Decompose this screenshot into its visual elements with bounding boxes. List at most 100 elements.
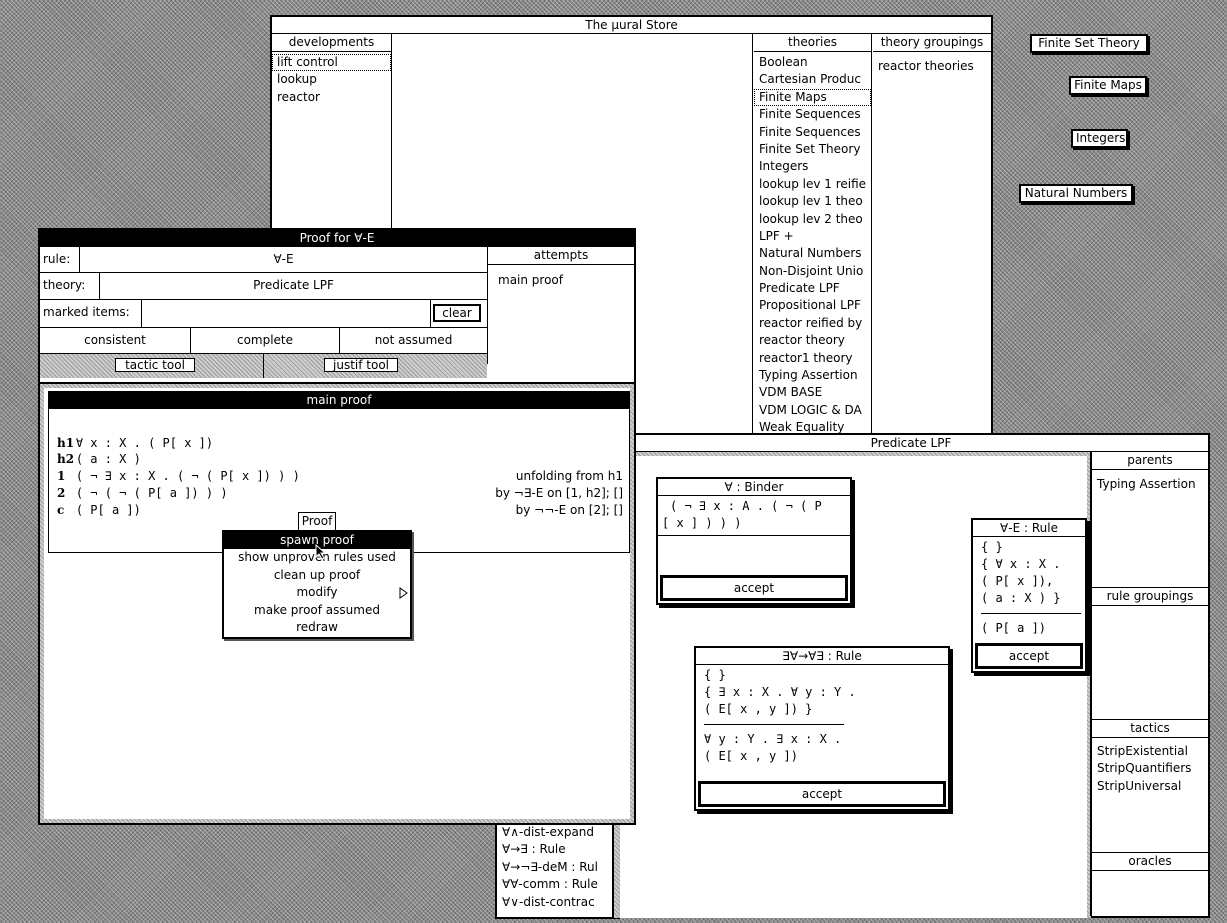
rule-value[interactable]: ∀-E: [80, 247, 487, 272]
proof-line-label: 2: [57, 486, 66, 500]
theory-item[interactable]: Propositional LPF: [754, 297, 871, 314]
proof-line-label: 1: [57, 469, 66, 483]
attempt-item[interactable]: main proof: [493, 272, 634, 289]
rule-item[interactable]: ∀∀-comm : Rule: [497, 876, 618, 893]
binder-card-title: ∀ : Binder: [658, 479, 850, 496]
theory-label: theory:: [40, 273, 100, 299]
forall-e-card[interactable]: ∀-E : Rule { } { ∀ x : X . ( P[ x ]), ( …: [971, 518, 1087, 673]
marked-items-field[interactable]: [142, 300, 431, 327]
theory-item[interactable]: Cartesian Produc: [754, 71, 871, 88]
forall-e-line: { ∀ x : X .: [981, 557, 1061, 571]
theory-groupings-header: theory groupings: [873, 34, 991, 52]
theory-side-panel: parents Typing Assertion rule groupings …: [1090, 452, 1208, 916]
attempts-header: attempts: [488, 247, 634, 265]
theory-window-title: Predicate LPF: [614, 435, 1208, 452]
forall-e-card-title: ∀-E : Rule: [973, 520, 1085, 537]
development-item[interactable]: reactor: [272, 89, 391, 106]
theory-item[interactable]: lookup lev 1 theo: [754, 193, 871, 210]
clear-button[interactable]: clear: [433, 304, 481, 322]
justif-tool-button[interactable]: justif tool: [324, 358, 398, 372]
proof-line-formula: ∀ x : X . ( P[ x ]): [75, 436, 214, 450]
forall-e-line: ( P[ x ]),: [981, 574, 1054, 588]
theory-item[interactable]: Integers: [754, 158, 871, 175]
proof-line-label: h1: [57, 436, 75, 450]
status-consistent[interactable]: consistent: [40, 328, 191, 353]
theory-window: Predicate LPF parents Typing Assertion r…: [612, 433, 1210, 918]
integers-button[interactable]: Integers: [1071, 129, 1128, 148]
rule-item[interactable]: ∀∧-dist-expand: [497, 824, 618, 841]
proof-window: Proof for ∀-E rule: ∀-E theory: Predicat…: [38, 228, 636, 825]
forall-e-line: ( a : X ) }: [981, 591, 1061, 605]
proof-line-h1[interactable]: h1 ∀ x : X . ( P[ x ]): [57, 435, 623, 452]
development-item[interactable]: lookup: [272, 71, 391, 88]
tactic-item[interactable]: StripExistential: [1092, 743, 1208, 760]
tactic-item[interactable]: StripQuantifiers: [1092, 760, 1208, 777]
finite-maps-button[interactable]: Finite Maps: [1069, 76, 1147, 95]
proof-line-c[interactable]: c ( P[ a ]) by ¬¬-E on [2]; []: [57, 502, 623, 519]
menu-item-modify-label: modify: [296, 585, 338, 600]
forall-e-accept-button[interactable]: accept: [975, 643, 1083, 669]
binder-line: [ x ] ) ) ): [662, 516, 742, 530]
natural-numbers-button[interactable]: Natural Numbers: [1019, 184, 1133, 203]
main-proof-panel: main proof h1 ∀ x : X . ( P[ x ]) h2 ( a…: [48, 391, 630, 553]
theory-item[interactable]: Non-Disjoint Unio: [754, 263, 871, 280]
theory-item[interactable]: reactor theory: [754, 332, 871, 349]
binder-card[interactable]: ∀ : Binder ( ¬ ∃ x : A . ( ¬ ( P [ x ] )…: [656, 477, 852, 605]
theory-item[interactable]: Finite Maps: [754, 88, 871, 107]
proof-window-title: Proof for ∀-E: [40, 230, 634, 247]
mouse-cursor-icon: [315, 544, 327, 560]
tactic-tool-button[interactable]: tactic tool: [115, 358, 195, 372]
theory-item[interactable]: lookup lev 2 theo: [754, 211, 871, 228]
rule-item[interactable]: ∀→∃ : Rule: [497, 841, 618, 858]
exists-forall-conclusion: ( E[ x , y ]): [704, 749, 798, 763]
exists-forall-line: { ∃ x : X . ∀ y : Y .: [704, 685, 856, 699]
exists-forall-conclusion: ∀ y : Y . ∃ x : X .: [704, 732, 842, 746]
theory-item[interactable]: Finite Set Theory: [754, 141, 871, 158]
menu-item-redraw[interactable]: redraw: [224, 619, 410, 636]
theory-item[interactable]: reactor1 theory: [754, 350, 871, 367]
status-complete[interactable]: complete: [191, 328, 340, 353]
theory-item[interactable]: Finite Sequences: [754, 106, 871, 123]
rule-groupings-header: rule groupings: [1092, 588, 1208, 606]
theory-item[interactable]: lookup lev 1 reifie: [754, 176, 871, 193]
proof-line-formula: ( P[ a ]): [75, 503, 141, 517]
exists-forall-accept-button[interactable]: accept: [698, 781, 946, 807]
menu-item-clean-up-proof[interactable]: clean up proof: [224, 567, 410, 584]
theory-item[interactable]: VDM LOGIC & DA: [754, 402, 871, 419]
finite-set-theory-button[interactable]: Finite Set Theory: [1030, 34, 1148, 53]
proof-menu-button[interactable]: Proof: [298, 512, 336, 531]
proof-line-1[interactable]: 1 ( ¬ ∃ x : X . ( ¬ ( P[ x ]) ) ) unfold…: [57, 468, 623, 485]
forall-e-conclusion: ( P[ a ]): [981, 621, 1047, 635]
parent-item[interactable]: Typing Assertion: [1092, 476, 1208, 493]
binder-line: ( ¬ ∃ x : A . ( ¬ ( P: [670, 499, 822, 513]
proof-line-h2[interactable]: h2 ( a : X ): [57, 451, 623, 468]
status-assumed[interactable]: not assumed: [340, 328, 487, 353]
menu-item-modify[interactable]: modify: [224, 584, 410, 601]
proof-line-justification: by ¬∃-E on [1, h2]; []: [495, 486, 623, 500]
theory-item[interactable]: Weak Equality: [754, 419, 871, 433]
theory-item[interactable]: LPF +: [754, 228, 871, 245]
theory-item[interactable]: Boolean: [754, 54, 871, 71]
theory-item[interactable]: Typing Assertion: [754, 367, 871, 384]
proof-line-2[interactable]: 2 ( ¬ ( ¬ ( P[ a ]) ) ) by ¬∃-E on [1, h…: [57, 485, 623, 502]
exists-forall-card-title: ∃∀→∀∃ : Rule: [696, 648, 948, 665]
tactic-item[interactable]: StripUniversal: [1092, 778, 1208, 795]
theory-value[interactable]: Predicate LPF: [100, 273, 487, 299]
theory-item[interactable]: Natural Numbers: [754, 245, 871, 262]
proof-line-justification: unfolding from h1: [515, 469, 623, 483]
rules-list-window: ∀∧-dist-expand ∀→∃ : Rule ∀→¬∃-deM : Rul…: [495, 815, 620, 919]
forall-e-line: { }: [981, 540, 1003, 554]
theory-item[interactable]: reactor reified by: [754, 315, 871, 332]
theory-item[interactable]: VDM BASE: [754, 384, 871, 401]
rule-item[interactable]: ∀∨-dist-contrac: [497, 894, 618, 911]
theory-item[interactable]: Finite Sequences: [754, 124, 871, 141]
theory-item[interactable]: Predicate LPF: [754, 280, 871, 297]
binder-accept-button[interactable]: accept: [660, 575, 848, 601]
theory-grouping-item[interactable]: reactor theories: [873, 58, 991, 75]
rule-item[interactable]: ∀→¬∃-deM : Rul: [497, 859, 618, 876]
menu-item-make-proof-assumed[interactable]: make proof assumed: [224, 602, 410, 619]
proof-line-formula: ( ¬ ∃ x : X . ( ¬ ( P[ x ]) ) ): [75, 469, 300, 483]
submenu-arrow-icon: [399, 587, 408, 600]
exists-forall-card[interactable]: ∃∀→∀∃ : Rule { } { ∃ x : X . ∀ y : Y . (…: [694, 646, 950, 811]
development-item[interactable]: lift control: [272, 54, 391, 72]
